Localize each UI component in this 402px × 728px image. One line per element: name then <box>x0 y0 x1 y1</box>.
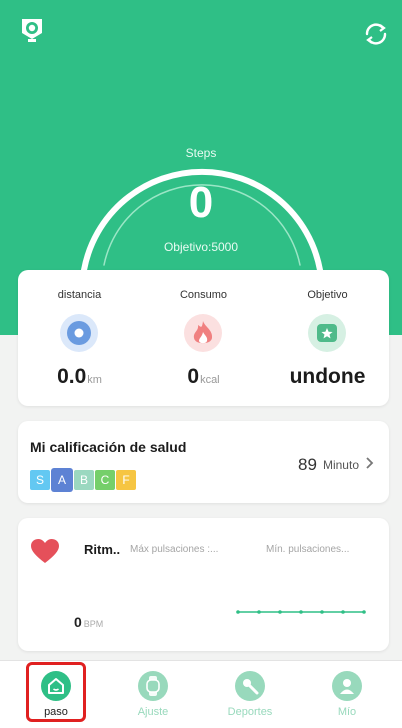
steps-label: Steps <box>185 146 217 160</box>
stat-consumption-label: Consumo <box>179 289 228 301</box>
daily-stats-card: distancia 0.0km Consumo 0kcal Objetivo u… <box>18 270 389 406</box>
watch-icon <box>138 671 168 701</box>
grade-b: B <box>74 470 94 490</box>
location-pin-icon <box>60 314 98 352</box>
highlight-box <box>26 662 86 722</box>
grade-f: F <box>116 470 136 490</box>
heart-rate-trend-line <box>236 610 366 614</box>
profile-icon <box>332 671 362 701</box>
sports-icon <box>235 671 265 701</box>
stat-consumption-value: 0 <box>187 365 200 388</box>
nav-deportes-label: Deportes <box>227 706 273 718</box>
stat-consumption-unit: kcal <box>200 374 220 386</box>
heart-rate-title: Ritm.. <box>84 542 121 557</box>
stat-goal-label: Objetivo <box>307 289 348 301</box>
nav-deportes[interactable]: Deportes <box>200 661 300 728</box>
health-score-value: 89 <box>298 455 317 474</box>
max-heart-rate-label: Máx pulsaciones :... <box>130 544 219 555</box>
stat-distance-unit: km <box>87 374 102 386</box>
nav-ajuste[interactable]: Ajuste <box>103 661 203 728</box>
min-heart-rate-label: Mín. pulsaciones... <box>266 544 350 555</box>
grade-c: C <box>95 470 115 490</box>
grade-s: S <box>30 470 50 490</box>
grade-a-selected: A <box>51 468 73 492</box>
stat-goal: Objetivo undone <box>266 270 389 406</box>
health-score-card[interactable]: Mi calificación de salud S A B C F 89 Mi… <box>18 421 389 503</box>
heart-rate-unit: BPM <box>83 619 104 629</box>
health-grade-scale: S A B C F <box>30 468 136 492</box>
health-score-title: Mi calificación de salud <box>30 439 187 455</box>
stat-distance-label: distancia <box>57 289 102 301</box>
steps-count: 0 <box>188 178 214 227</box>
nav-mio-label: Mío <box>337 706 357 718</box>
health-score-unit: Minuto <box>322 458 359 472</box>
nav-mio[interactable]: Mío <box>297 661 397 728</box>
stat-distance-value: 0.0 <box>57 365 87 388</box>
stat-goal-value: undone <box>289 365 366 388</box>
heart-icon <box>30 538 60 569</box>
trophy-badge-icon[interactable] <box>18 16 46 46</box>
stat-distance: distancia 0.0km <box>18 270 141 406</box>
heart-rate-value: 0 <box>74 614 82 630</box>
heart-rate-card[interactable]: Ritm.. Máx pulsaciones :... Mín. pulsaci… <box>18 518 389 651</box>
star-flag-icon <box>308 314 346 352</box>
steps-goal: Objetivo:5000 <box>163 240 239 254</box>
chevron-right-icon <box>365 456 375 475</box>
sync-icon[interactable] <box>362 20 390 48</box>
stat-consumption: Consumo 0kcal <box>142 270 265 406</box>
flame-icon <box>184 314 222 352</box>
nav-ajuste-label: Ajuste <box>137 706 169 718</box>
